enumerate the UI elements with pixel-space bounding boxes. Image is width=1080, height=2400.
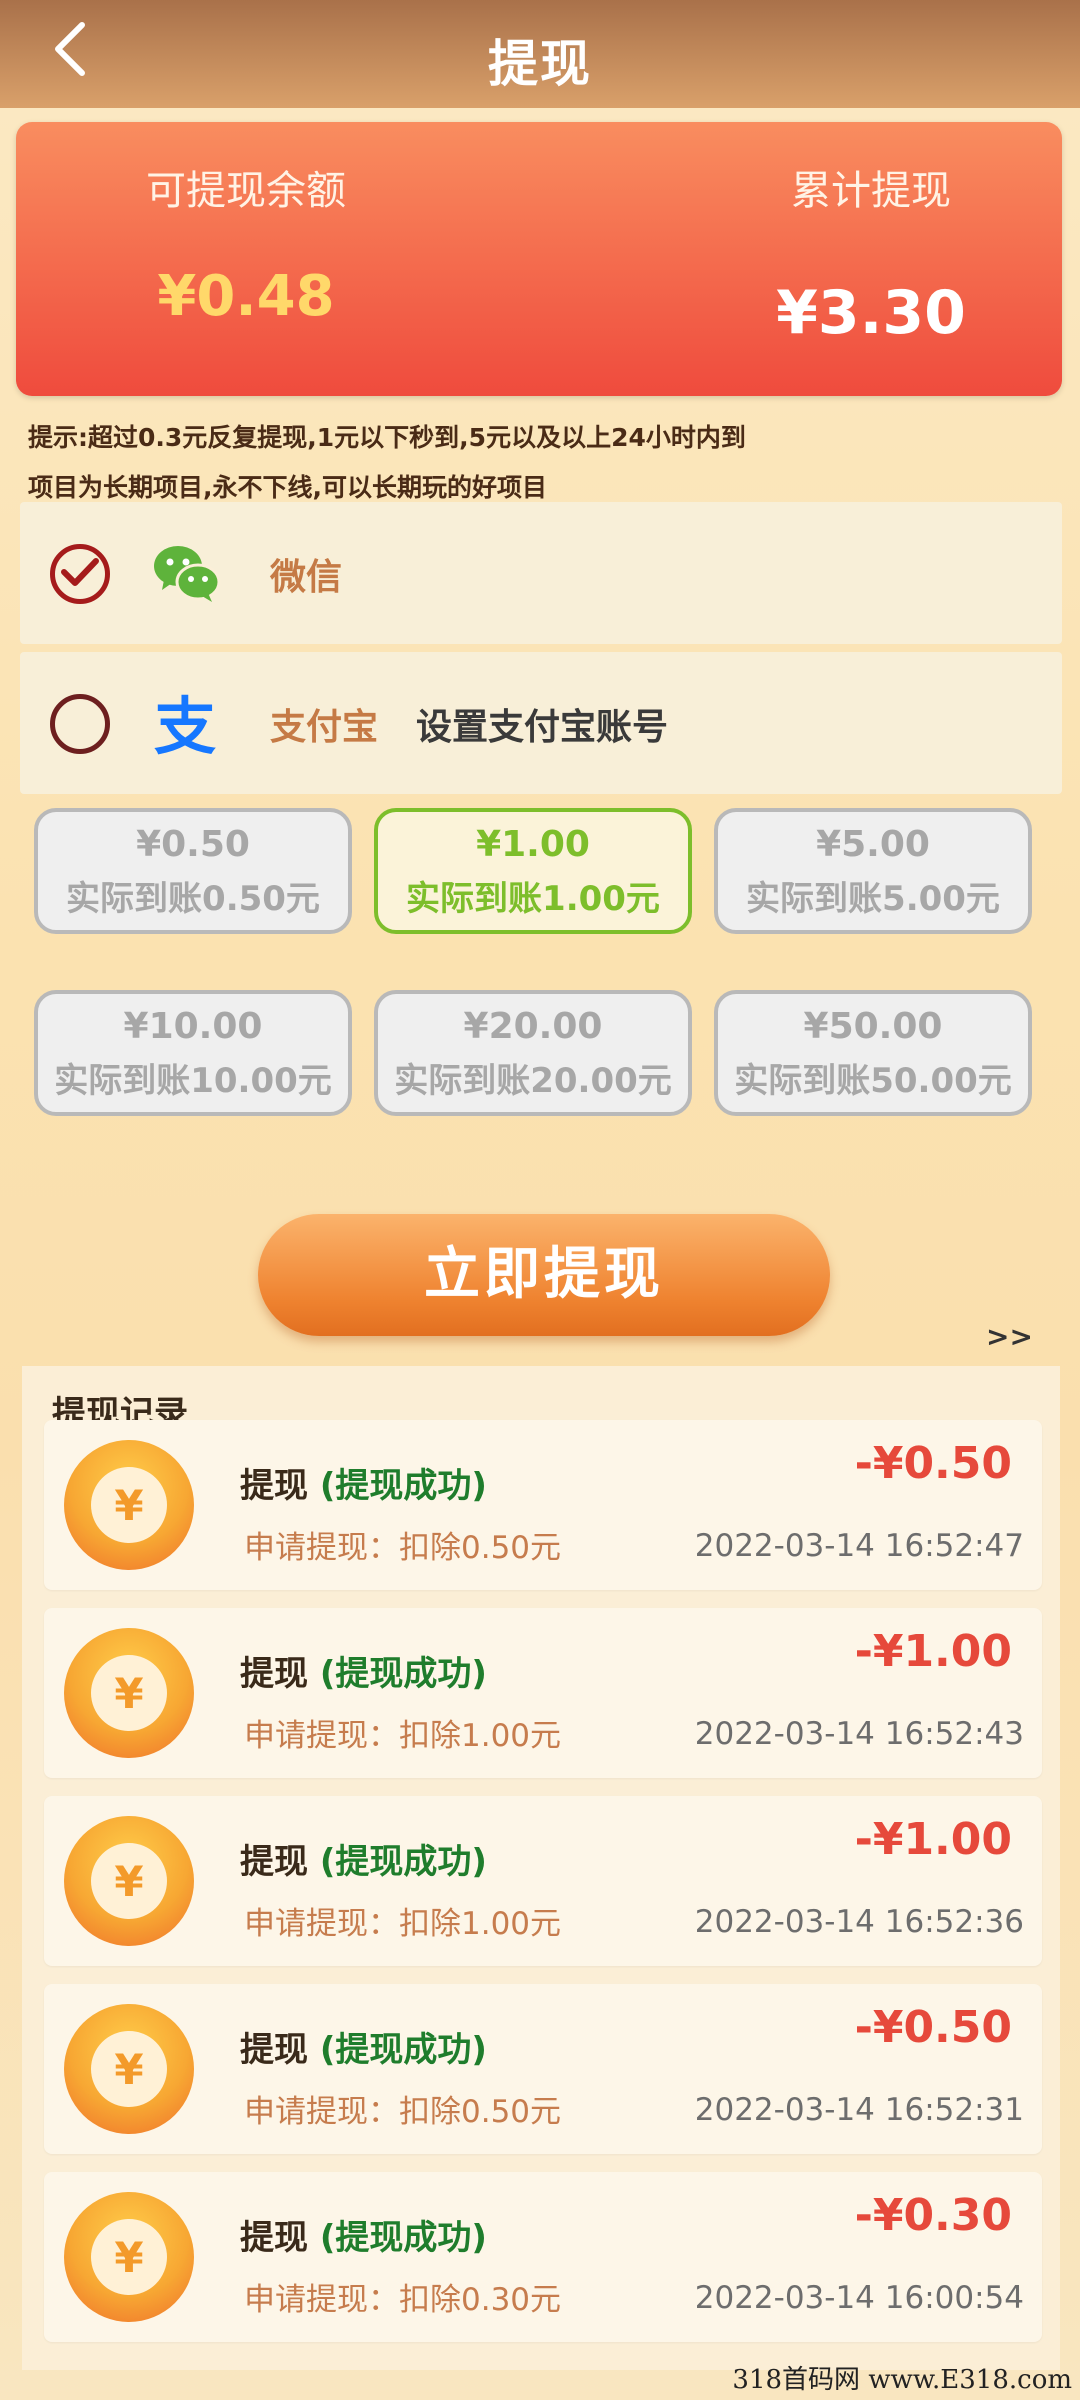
record-time: 2022-03-14 16:52:47	[694, 1528, 1024, 1564]
payment-option-alipay[interactable]: 支 支付宝 设置支付宝账号	[20, 652, 1062, 794]
record-time: 2022-03-14 16:00:54	[694, 2280, 1024, 2316]
record-item: ¥ 提现 (提现成功) 申请提现：扣除0.50元 -¥0.50 2022-03-…	[44, 1984, 1042, 2154]
amount-option[interactable]: ¥0.50 实际到账0.50元	[34, 808, 352, 934]
checkmark-icon	[60, 552, 100, 596]
svg-text:支: 支	[154, 690, 216, 760]
payment-name: 微信	[270, 557, 343, 598]
amount-actual: 实际到账20.00元	[394, 1061, 672, 1101]
record-label: 提现	[240, 2218, 308, 2258]
record-desc: 申请提现：扣除1.00元	[244, 1718, 562, 1754]
record-desc: 申请提现：扣除0.30元	[244, 2282, 562, 2318]
amount-actual: 实际到账1.00元	[406, 879, 660, 919]
amount-value: ¥20.00	[463, 1006, 603, 1047]
amount-actual: 实际到账0.50元	[66, 879, 320, 919]
balance-card: 可提现余额 ¥0.48 累计提现 ¥3.30	[16, 122, 1062, 396]
coin-icon: ¥	[64, 1440, 194, 1570]
coin-icon: ¥	[64, 1816, 194, 1946]
record-label: 提现	[240, 1466, 308, 1506]
record-label: 提现	[240, 1654, 308, 1694]
available-balance-label: 可提现余额	[146, 168, 346, 214]
amount-option[interactable]: ¥5.00 实际到账5.00元	[714, 808, 1032, 934]
record-amount: -¥1.00	[854, 1814, 1012, 1865]
record-amount: -¥1.00	[854, 1626, 1012, 1677]
withdraw-records: 提现记录 ¥ 提现 (提现成功) 申请提现：扣除0.50元 -¥0.50 202…	[22, 1366, 1060, 2370]
record-amount: -¥0.50	[854, 1438, 1012, 1489]
amount-option[interactable]: ¥10.00 实际到账10.00元	[34, 990, 352, 1116]
amount-value: ¥50.00	[803, 1006, 943, 1047]
payment-name: 支付宝	[270, 707, 379, 748]
coin-icon: ¥	[64, 2192, 194, 2322]
amount-option[interactable]: ¥50.00 实际到账50.00元	[714, 990, 1032, 1116]
radio-checked[interactable]	[50, 544, 110, 604]
amount-option-selected[interactable]: ¥1.00 实际到账1.00元	[374, 808, 692, 934]
record-item: ¥ 提现 (提现成功) 申请提现：扣除0.30元 -¥0.30 2022-03-…	[44, 2172, 1042, 2342]
amount-value: ¥0.50	[136, 824, 250, 865]
withdraw-now-button[interactable]: 立即提现	[258, 1214, 830, 1336]
amount-option[interactable]: ¥20.00 实际到账20.00元	[374, 990, 692, 1116]
available-balance: 可提现余额 ¥0.48	[76, 158, 416, 329]
alipay-icon: 支	[150, 688, 222, 763]
amount-actual: 实际到账5.00元	[746, 879, 1000, 919]
record-desc: 申请提现：扣除1.00元	[244, 1906, 562, 1942]
record-amount: -¥0.50	[854, 2002, 1012, 2053]
amount-value: ¥10.00	[123, 1006, 263, 1047]
amount-value: ¥5.00	[816, 824, 930, 865]
record-item: ¥ 提现 (提现成功) 申请提现：扣除1.00元 -¥1.00 2022-03-…	[44, 1796, 1042, 1966]
amount-actual: 实际到账10.00元	[54, 1061, 332, 1101]
record-amount: -¥0.30	[854, 2190, 1012, 2241]
watermark: 318首码网 www.E318.com	[732, 2365, 1072, 2395]
record-time: 2022-03-14 16:52:31	[694, 2092, 1024, 2128]
set-alipay-account-link[interactable]: 设置支付宝账号	[416, 698, 668, 750]
total-withdrawn-value: ¥3.30	[776, 278, 966, 348]
record-status: (提现成功)	[319, 1466, 487, 1506]
total-withdrawn: 累计提现 ¥3.30	[706, 158, 1036, 348]
more-records-link[interactable]: >>	[986, 1320, 1033, 1353]
record-time: 2022-03-14 16:52:43	[694, 1716, 1024, 1752]
amount-value: ¥1.00	[476, 824, 590, 865]
record-desc: 申请提现：扣除0.50元	[244, 2094, 562, 2130]
record-status: (提现成功)	[319, 2030, 487, 2070]
record-item: ¥ 提现 (提现成功) 申请提现：扣除0.50元 -¥0.50 2022-03-…	[44, 1420, 1042, 1590]
record-label: 提现	[240, 2030, 308, 2070]
radio-unchecked[interactable]	[50, 694, 110, 754]
hint-text: 提示:超过0.3元反复提现,1元以下秒到,5元以及以上24小时内到	[28, 423, 746, 452]
record-label: 提现	[240, 1842, 308, 1882]
available-balance-value: ¥0.48	[157, 264, 335, 329]
coin-icon: ¥	[64, 2004, 194, 2134]
record-item: ¥ 提现 (提现成功) 申请提现：扣除1.00元 -¥1.00 2022-03-…	[44, 1608, 1042, 1778]
record-status: (提现成功)	[319, 1842, 487, 1882]
page-title: 提现	[488, 35, 592, 93]
wechat-icon	[150, 538, 222, 610]
hint-text: 项目为长期项目,永不下线,可以长期玩的好项目	[28, 473, 547, 502]
record-status: (提现成功)	[319, 2218, 487, 2258]
payment-option-wechat[interactable]: 微信	[20, 502, 1062, 644]
total-withdrawn-label: 累计提现	[791, 168, 951, 214]
record-desc: 申请提现：扣除0.50元	[244, 1530, 562, 1566]
amount-actual: 实际到账50.00元	[734, 1061, 1012, 1101]
record-time: 2022-03-14 16:52:36	[694, 1904, 1024, 1940]
record-status: (提现成功)	[319, 1654, 487, 1694]
coin-icon: ¥	[64, 1628, 194, 1758]
top-bar: 提现	[0, 0, 1080, 108]
